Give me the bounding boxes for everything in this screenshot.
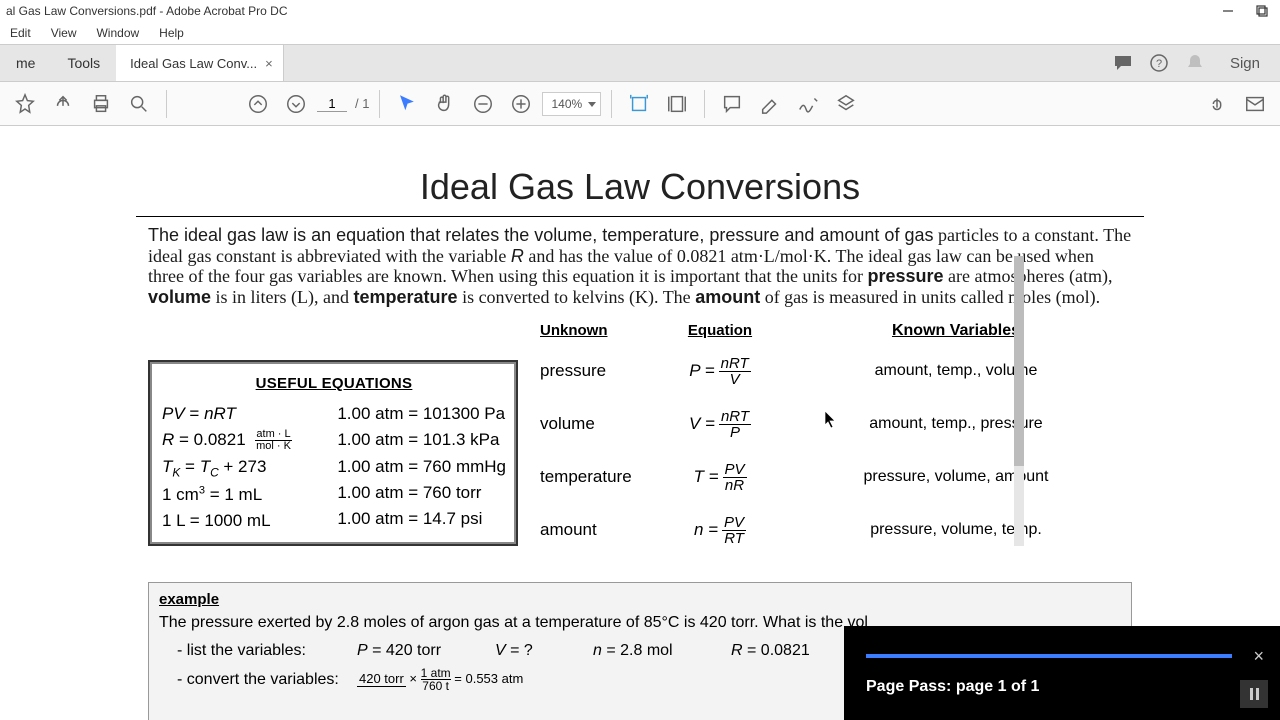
doc-title: Ideal Gas Law Conversions <box>136 166 1144 208</box>
document-tab[interactable]: Ideal Gas Law Conv... × <box>116 45 284 81</box>
search-icon[interactable] <box>122 87 156 121</box>
overlay-message: Page Pass: page 1 of 1 <box>866 678 1039 696</box>
pause-button[interactable] <box>1240 680 1268 708</box>
box-title: USEFUL EQUATIONS <box>162 372 506 395</box>
sign-in-link[interactable]: Sign <box>1220 55 1270 72</box>
scrollbar[interactable] <box>1014 256 1024 546</box>
menu-edit[interactable]: Edit <box>0 24 41 42</box>
overlay-close-icon[interactable]: × <box>1253 646 1264 667</box>
example-title: example <box>159 589 1121 612</box>
table-row: volumeV =nRTPamount, temp., pressure <box>540 409 1132 440</box>
caret-down-icon <box>588 102 596 107</box>
page-total: / 1 <box>355 96 369 111</box>
highlight-icon[interactable] <box>753 87 787 121</box>
col-equation: Equation <box>660 322 780 340</box>
attach-icon[interactable] <box>1200 87 1234 121</box>
close-tab-icon[interactable]: × <box>265 56 273 71</box>
page-up-icon[interactable] <box>241 87 275 121</box>
hand-tool-icon[interactable] <box>428 87 462 121</box>
menu-view[interactable]: View <box>41 24 87 42</box>
pointer-tool-icon[interactable] <box>390 87 424 121</box>
zoom-out-icon[interactable] <box>466 87 500 121</box>
zoom-select[interactable]: 140% <box>542 92 601 116</box>
comments-icon[interactable] <box>1112 52 1134 74</box>
equation-table: Unknown Equation Known Variables pressur… <box>540 322 1132 568</box>
menubar: Edit View Window Help <box>0 22 1280 44</box>
col-unknown: Unknown <box>540 322 660 340</box>
toolbar: / 1 140% <box>0 82 1280 126</box>
stamp-icon[interactable] <box>829 87 863 121</box>
table-row: pressureP =nRTVamount, temp., volume <box>540 356 1132 387</box>
intro-paragraph: The ideal gas law is an equation that re… <box>136 225 1144 316</box>
page-down-icon[interactable] <box>279 87 313 121</box>
mail-icon[interactable] <box>1238 87 1272 121</box>
help-icon[interactable]: ? <box>1148 52 1170 74</box>
bell-icon[interactable] <box>1184 52 1206 74</box>
col-known: Known Variables <box>780 322 1132 340</box>
tabbar: me Tools Ideal Gas Law Conv... × ? Sign <box>0 44 1280 82</box>
home-tab[interactable]: me <box>0 45 51 81</box>
fit-width-icon[interactable] <box>622 87 656 121</box>
table-row: temperatureT =PVnRpressure, volume, amou… <box>540 462 1132 493</box>
progress-bar <box>866 654 1232 658</box>
page-number-input[interactable] <box>317 96 347 112</box>
star-icon[interactable] <box>8 87 42 121</box>
titlebar: al Gas Law Conversions.pdf - Adobe Acrob… <box>0 0 1280 22</box>
minimize-button[interactable] <box>1216 2 1240 20</box>
sign-icon[interactable] <box>791 87 825 121</box>
menu-help[interactable]: Help <box>149 24 194 42</box>
table-row: amountn =PVRTpressure, volume, temp. <box>540 515 1132 546</box>
box-col-left: PV = nRT R = 0.0821 atm · Lmol · K TK = … <box>162 401 319 534</box>
fit-page-icon[interactable] <box>660 87 694 121</box>
box-col-right: 1.00 atm = 101300 Pa 1.00 atm = 101.3 kP… <box>337 401 506 534</box>
tools-tab[interactable]: Tools <box>51 45 116 81</box>
print-icon[interactable] <box>84 87 118 121</box>
upload-icon[interactable] <box>46 87 80 121</box>
useful-equations-box: USEFUL EQUATIONS PV = nRT R = 0.0821 atm… <box>148 360 518 546</box>
scrollbar-thumb[interactable] <box>1014 256 1024 466</box>
maximize-button[interactable] <box>1250 2 1274 20</box>
svg-text:?: ? <box>1156 58 1162 70</box>
sticky-note-icon[interactable] <box>715 87 749 121</box>
window-title: al Gas Law Conversions.pdf - Adobe Acrob… <box>6 4 287 18</box>
status-overlay: × Page Pass: page 1 of 1 <box>844 626 1280 720</box>
zoom-in-icon[interactable] <box>504 87 538 121</box>
document-tab-label: Ideal Gas Law Conv... <box>130 56 257 71</box>
menu-window[interactable]: Window <box>86 24 149 42</box>
